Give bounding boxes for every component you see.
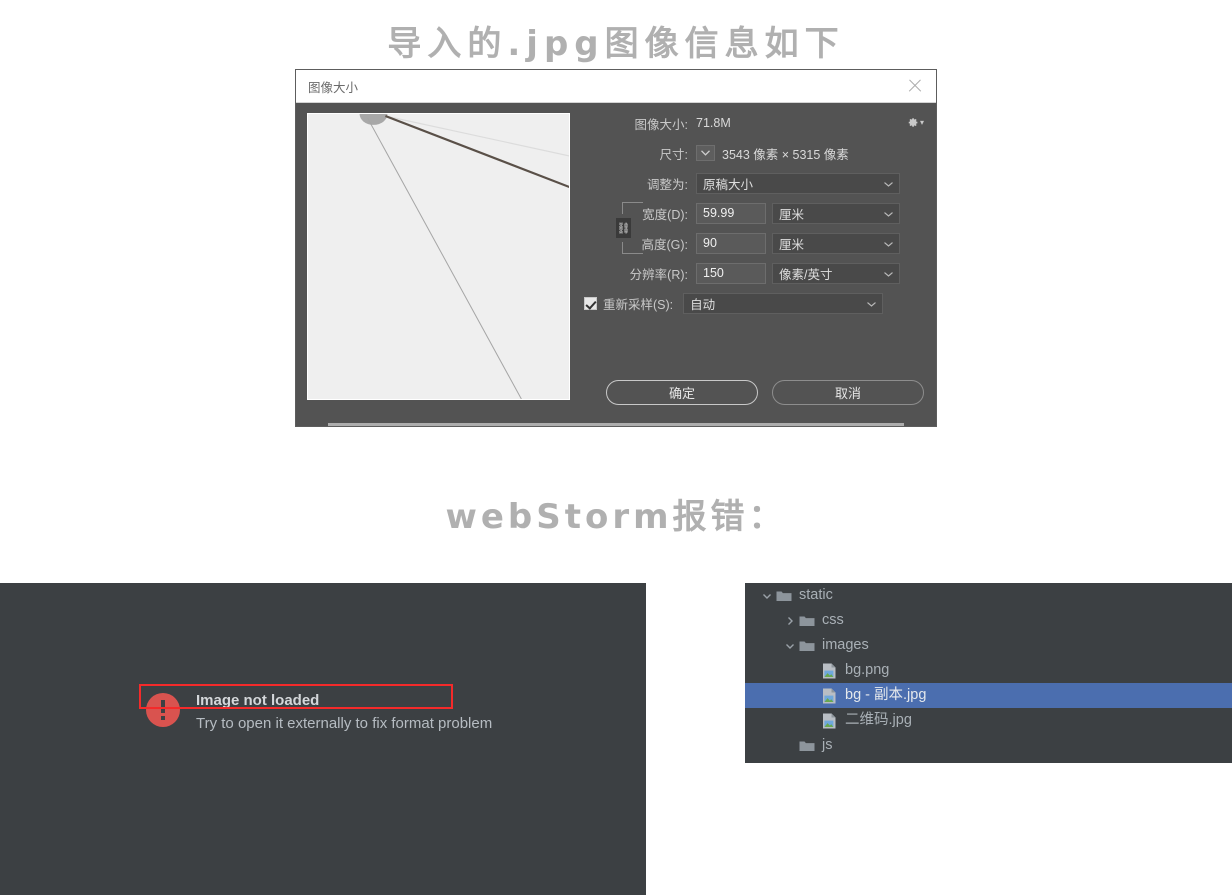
dialog-titlebar: 图像大小 — [296, 70, 936, 103]
preview-artwork — [308, 114, 569, 399]
width-unit-value: 厘米 — [779, 207, 805, 222]
chevron-down-icon[interactable] — [782, 638, 798, 654]
error-exclaim-dot — [161, 716, 165, 720]
height-unit-select[interactable]: 厘米 — [772, 232, 900, 254]
tree-row-label: bg.png — [845, 662, 890, 678]
tree-row-label: js — [822, 737, 833, 753]
dialog-footer-strip — [328, 423, 904, 426]
error-text-group: Image not loaded Try to open it external… — [196, 690, 492, 735]
image-file-icon — [821, 662, 838, 679]
tree-row-label: css — [822, 612, 844, 628]
row-resolution: 分辨率(R): 150 像素/英寸 — [584, 261, 928, 285]
height-input[interactable]: 90 — [696, 232, 766, 254]
tree-row-label: static — [799, 587, 833, 603]
page-title-top: 导入的.jpg图像信息如下 — [387, 24, 845, 64]
dialog-body: 图像大小: 71.8M ▾ 尺寸: 3543 像素 × 5315 像素 调整为:… — [296, 103, 936, 426]
chevron-down-icon — [884, 236, 893, 250]
tree-row[interactable]: js — [745, 733, 1232, 758]
tree-row[interactable]: 二维码.jpg — [745, 708, 1232, 733]
error-message-block: Image not loaded Try to open it external… — [146, 690, 492, 735]
close-icon[interactable] — [906, 77, 924, 95]
project-tree: static css images bg.png bg - 副本.jpg 二维码.jpg j… — [745, 583, 1232, 763]
gear-icon[interactable]: ▾ — [906, 113, 926, 131]
ok-button[interactable]: 确定 — [606, 380, 758, 405]
folder-icon — [798, 637, 815, 654]
fit-to-value: 原稿大小 — [703, 177, 754, 192]
folder-icon — [798, 612, 815, 629]
folder-icon — [798, 737, 815, 754]
page-title-middle: webStorm报错： — [445, 497, 787, 537]
height-label: 高度(G): — [641, 237, 688, 252]
chevron-down-icon — [884, 176, 893, 190]
resolution-input[interactable]: 150 — [696, 262, 766, 284]
tree-row[interactable]: images — [745, 633, 1232, 658]
tree-row-label: bg - 副本.jpg — [845, 687, 927, 703]
fit-to-select[interactable]: 原稿大小 — [696, 172, 900, 194]
project-tree-panel: static css images bg.png bg - 副本.jpg 二维码.jpg j… — [745, 583, 1232, 763]
screenshot-root: 导入的.jpg图像信息如下 图像大小 图像大小: 71.8M ▾ 尺寸: 354… — [0, 0, 1232, 895]
chevron-down-icon — [884, 266, 893, 280]
resample-select[interactable]: 自动 — [683, 292, 884, 314]
image-size-dialog: 图像大小 图像大小: 71.8M ▾ 尺寸: 3543 像素 × 5315 像素… — [296, 70, 936, 426]
folder-icon — [805, 762, 822, 763]
resample-label: 重新采样(S): — [603, 297, 674, 312]
dialog-form: 图像大小: 71.8M ▾ 尺寸: 3543 像素 × 5315 像素 调整为:… — [584, 111, 928, 315]
row-fit-to: 调整为: 原稿大小 — [584, 171, 928, 195]
resolution-unit-value: 像素/英寸 — [779, 267, 833, 282]
row-dimensions: 尺寸: 3543 像素 × 5315 像素 — [584, 141, 928, 165]
row-height: 高度(G): 90 厘米 — [584, 231, 928, 255]
tree-row-label: 二维码.jpg — [845, 712, 912, 728]
height-unit-value: 厘米 — [779, 237, 805, 252]
error-subtitle: Try to open it externally to fix format … — [196, 715, 493, 732]
image-size-label: 图像大小: — [634, 117, 688, 132]
image-preview[interactable] — [307, 113, 570, 400]
dialog-buttons: 确定 取消 — [606, 380, 924, 405]
folder-icon — [775, 587, 792, 604]
width-unit-select[interactable]: 厘米 — [772, 202, 900, 224]
tree-row[interactable]: bg.png — [745, 658, 1232, 683]
dialog-title: 图像大小 — [308, 80, 359, 95]
chevron-down-icon[interactable] — [759, 588, 775, 604]
tree-row[interactable]: css — [745, 608, 1232, 633]
error-circle-icon — [146, 693, 180, 727]
image-file-icon — [821, 687, 838, 704]
tree-row-selected[interactable]: bg - 副本.jpg — [745, 683, 1232, 708]
tree-row-clipped[interactable] — [745, 758, 1232, 763]
error-exclaim-bar — [161, 700, 165, 713]
dimensions-label: 尺寸: — [659, 147, 688, 162]
image-file-icon — [821, 712, 838, 729]
row-image-size: 图像大小: 71.8M ▾ — [584, 111, 928, 135]
chevron-down-icon — [884, 206, 893, 220]
row-resample: 重新采样(S): 自动 — [584, 291, 928, 315]
chevron-right-icon[interactable] — [782, 613, 798, 629]
image-error-panel: Image not loaded Try to open it external… — [0, 583, 646, 895]
width-input[interactable]: 59.99 — [696, 202, 766, 224]
tree-row-label: images — [822, 637, 869, 653]
resample-checkbox[interactable] — [584, 296, 597, 310]
resample-value: 自动 — [690, 297, 716, 312]
row-width: 宽度(D): 59.99 厘米 — [584, 201, 928, 225]
error-title: Image not loaded — [196, 692, 320, 709]
dimensions-value: 3543 像素 × 5315 像素 — [722, 147, 849, 162]
chevron-down-icon[interactable] — [696, 145, 715, 161]
tree-row[interactable]: static — [745, 583, 1232, 608]
image-size-value: 71.8M — [696, 116, 731, 130]
cancel-button[interactable]: 取消 — [772, 380, 924, 405]
fit-to-label: 调整为: — [647, 177, 688, 192]
width-label: 宽度(D): — [642, 207, 688, 222]
resolution-unit-select[interactable]: 像素/英寸 — [772, 262, 900, 284]
chevron-down-icon — [867, 296, 877, 310]
gear-caret-icon: ▾ — [920, 117, 925, 127]
resolution-label: 分辨率(R): — [629, 267, 688, 282]
